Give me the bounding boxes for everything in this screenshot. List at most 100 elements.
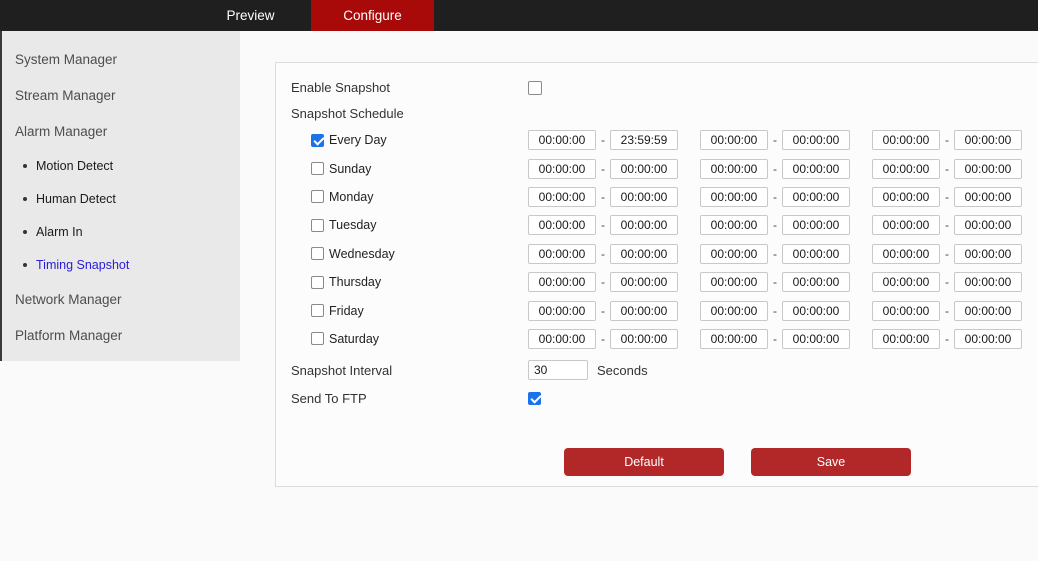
time-range-2: - <box>700 272 850 293</box>
time-start-input-2[interactable] <box>700 215 768 236</box>
sidebar-item-platform-manager[interactable]: Platform Manager <box>2 317 240 353</box>
time-end-input-3[interactable] <box>954 186 1022 207</box>
sidebar-item-timing-snapshot[interactable]: Timing Snapshot <box>2 248 240 281</box>
time-start-input-2[interactable] <box>700 186 768 207</box>
time-start-input-3[interactable] <box>872 328 940 349</box>
time-end-input-3[interactable] <box>954 130 1022 151</box>
time-start-input-3[interactable] <box>872 300 940 321</box>
send-to-ftp-row: Send To FTP <box>291 384 1038 412</box>
sidebar-item-alarm-in[interactable]: Alarm In <box>2 215 240 248</box>
sidebar-item-label: Stream Manager <box>15 87 116 103</box>
day-column: Thursday <box>291 275 528 289</box>
time-end-input-3[interactable] <box>954 243 1022 264</box>
time-separator: - <box>773 161 777 176</box>
sidebar-item-system-manager[interactable]: System Manager <box>2 41 240 77</box>
time-end-input-2[interactable] <box>782 300 850 321</box>
day-checkbox-saturday[interactable] <box>311 332 324 346</box>
time-range-3: - <box>872 130 1022 151</box>
tab-preview[interactable]: Preview <box>190 0 311 31</box>
time-end-input-2[interactable] <box>782 130 850 151</box>
time-start-input-1[interactable] <box>528 186 596 207</box>
time-end-input-3[interactable] <box>954 158 1022 179</box>
time-end-input-3[interactable] <box>954 215 1022 236</box>
time-start-input-3[interactable] <box>872 272 940 293</box>
time-range-2: - <box>700 328 850 349</box>
day-checkbox-thursday[interactable] <box>311 275 324 289</box>
time-start-input-1[interactable] <box>528 243 596 264</box>
schedule-rows-container: Every Day - - - Sunday - - <box>291 126 1038 353</box>
time-start-input-2[interactable] <box>700 130 768 151</box>
sidebar-item-label: Timing Snapshot <box>36 257 130 272</box>
time-start-input-2[interactable] <box>700 328 768 349</box>
sidebar-item-stream-manager[interactable]: Stream Manager <box>2 77 240 113</box>
send-to-ftp-checkbox[interactable] <box>528 391 541 405</box>
time-start-input-3[interactable] <box>872 186 940 207</box>
time-end-input-3[interactable] <box>954 300 1022 321</box>
time-separator: - <box>945 331 949 346</box>
snapshot-interval-input[interactable] <box>528 360 588 381</box>
snapshot-schedule-label: Snapshot Schedule <box>291 106 404 121</box>
time-end-input-1[interactable] <box>610 243 678 264</box>
time-range-1: - <box>528 300 678 321</box>
time-separator: - <box>773 133 777 148</box>
day-checkbox-friday[interactable] <box>311 304 324 318</box>
day-checkbox-every-day[interactable] <box>311 133 324 147</box>
time-separator: - <box>945 303 949 318</box>
time-separator: - <box>945 133 949 148</box>
time-start-input-3[interactable] <box>872 130 940 151</box>
time-start-input-1[interactable] <box>528 130 596 151</box>
time-end-input-1[interactable] <box>610 300 678 321</box>
time-start-input-2[interactable] <box>700 158 768 179</box>
bullet-icon <box>23 229 27 234</box>
sidebar-item-motion-detect[interactable]: Motion Detect <box>2 149 240 182</box>
time-start-input-3[interactable] <box>872 158 940 179</box>
tab-configure[interactable]: Configure <box>311 0 434 31</box>
day-checkbox-sunday[interactable] <box>311 162 324 176</box>
time-end-input-1[interactable] <box>610 158 678 179</box>
time-end-input-1[interactable] <box>610 272 678 293</box>
time-end-input-2[interactable] <box>782 272 850 293</box>
time-start-input-2[interactable] <box>700 272 768 293</box>
sidebar-item-network-manager[interactable]: Network Manager <box>2 281 240 317</box>
time-range-1: - <box>528 158 678 179</box>
time-start-input-1[interactable] <box>528 215 596 236</box>
default-button[interactable]: Default <box>564 448 724 477</box>
time-end-input-2[interactable] <box>782 158 850 179</box>
schedule-row: Tuesday - - - <box>291 211 1038 239</box>
sidebar-item-label: Alarm In <box>36 224 83 239</box>
time-end-input-3[interactable] <box>954 328 1022 349</box>
day-label: Sunday <box>329 161 372 176</box>
sidebar-item-human-detect[interactable]: Human Detect <box>2 182 240 215</box>
day-checkbox-wednesday[interactable] <box>311 247 324 261</box>
time-start-input-3[interactable] <box>872 243 940 264</box>
time-end-input-1[interactable] <box>610 186 678 207</box>
time-end-input-2[interactable] <box>782 215 850 236</box>
time-end-input-1[interactable] <box>610 130 678 151</box>
send-to-ftp-label: Send To FTP <box>291 390 367 406</box>
time-start-input-2[interactable] <box>700 243 768 264</box>
day-checkbox-monday[interactable] <box>311 190 324 204</box>
time-start-input-1[interactable] <box>528 158 596 179</box>
save-button[interactable]: Save <box>751 448 911 477</box>
time-separator: - <box>601 133 605 148</box>
time-end-input-3[interactable] <box>954 272 1022 293</box>
time-start-input-1[interactable] <box>528 328 596 349</box>
sidebar-item-label: Human Detect <box>36 191 116 206</box>
time-end-input-1[interactable] <box>610 215 678 236</box>
day-column: Saturday <box>291 332 528 346</box>
time-end-input-2[interactable] <box>782 243 850 264</box>
day-checkbox-tuesday[interactable] <box>311 218 324 232</box>
time-start-input-2[interactable] <box>700 300 768 321</box>
time-start-input-1[interactable] <box>528 272 596 293</box>
time-separator: - <box>945 218 949 233</box>
time-end-input-2[interactable] <box>782 328 850 349</box>
time-range-1: - <box>528 215 678 236</box>
time-separator: - <box>601 331 605 346</box>
sidebar-item-alarm-manager[interactable]: Alarm Manager <box>2 113 240 149</box>
schedule-row: Every Day - - - <box>291 126 1038 154</box>
time-start-input-1[interactable] <box>528 300 596 321</box>
time-start-input-3[interactable] <box>872 215 940 236</box>
enable-snapshot-checkbox[interactable] <box>528 80 542 95</box>
time-end-input-2[interactable] <box>782 186 850 207</box>
time-end-input-1[interactable] <box>610 328 678 349</box>
